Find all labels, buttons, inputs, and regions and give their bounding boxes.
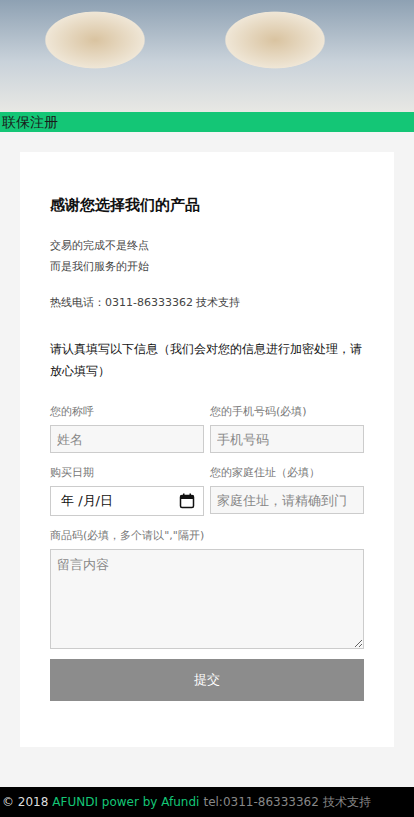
register-form: 您的称呼您的手机号码(必填) 购买日期年 /月/日您的家庭住址（必填） 商品码(必填… (50, 404, 364, 649)
contact: tel:0311-86333362 技术支持 (203, 794, 370, 811)
main-area: 感谢您选择我们的产品交易的完成不是终点而是我们服务的开始热线电话：0311-86… (0, 132, 414, 787)
copyright: © 2018 (2, 795, 48, 809)
text-input[interactable] (50, 425, 204, 453)
brand-link[interactable]: AFUNDI power by Afundi (52, 795, 199, 809)
field-label: 您的家庭住址（必填） (210, 465, 364, 480)
form-field: 您的手机号码(必填) (210, 404, 364, 453)
submit-button[interactable]: 提交 (50, 659, 364, 701)
form-field: 您的家庭住址（必填） (210, 465, 364, 516)
form-field: 您的称呼 (50, 404, 204, 453)
code-textarea[interactable] (50, 549, 364, 649)
calendar-icon[interactable] (179, 493, 195, 509)
field-label: 商品码(必填，多个请以","隔开) (50, 528, 364, 543)
field-label: 购买日期 (50, 465, 204, 480)
text-input[interactable] (210, 486, 364, 514)
field-label: 您的手机号码(必填) (210, 404, 364, 419)
header-bar: 联保注册 (0, 112, 414, 132)
footer: © 2018 AFUNDI power by Afundi tel:0311-863… (0, 787, 414, 817)
banner-photo (0, 0, 414, 112)
intro-line: 而是我们服务的开始 (50, 256, 364, 277)
page: 联保注册感谢您选择我们的产品交易的完成不是终点而是我们服务的开始热线电话：031… (0, 0, 414, 817)
card-title: 感谢您选择我们的产品 (50, 196, 364, 215)
date-input[interactable]: 年 /月/日 (50, 486, 204, 516)
field-label: 您的称呼 (50, 404, 204, 419)
register-card: 感谢您选择我们的产品交易的完成不是终点而是我们服务的开始热线电话：0311-86… (20, 152, 394, 747)
hotline: 热线电话：0311-86333362 技术支持 (50, 295, 364, 310)
intro-line: 交易的完成不是终点 (50, 235, 364, 256)
notice: 请认真填写以下信息（我们会对您的信息进行加密处理，请放心填写） (50, 338, 364, 382)
form-field: 购买日期年 /月/日 (50, 465, 204, 516)
text-input[interactable] (210, 425, 364, 453)
form-field: 商品码(必填，多个请以","隔开) (50, 528, 364, 649)
